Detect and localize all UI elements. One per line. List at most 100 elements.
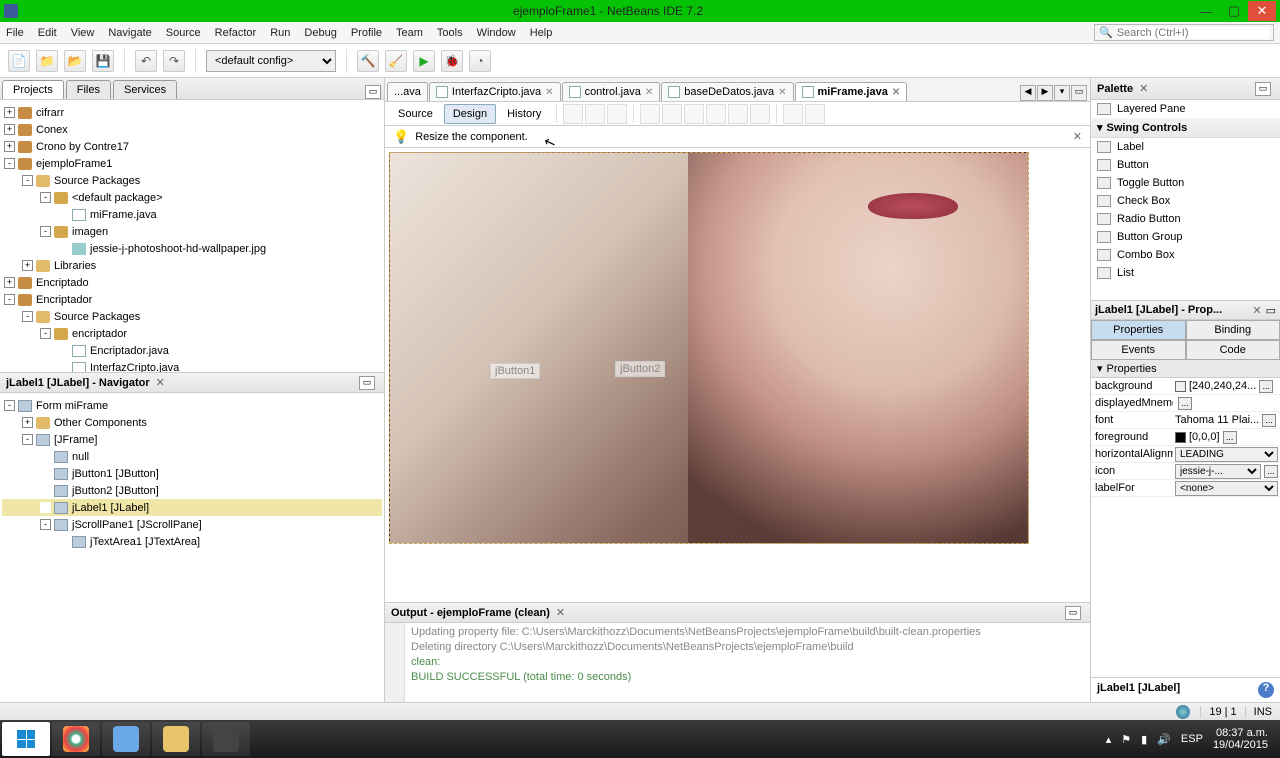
start-button[interactable] bbox=[2, 722, 50, 756]
ellipsis-button[interactable]: ... bbox=[1223, 431, 1237, 444]
nav-item[interactable]: null bbox=[72, 451, 89, 463]
close-icon[interactable]: ✕ bbox=[778, 87, 786, 98]
ellipsis-button[interactable]: ... bbox=[1264, 465, 1278, 478]
tree-item[interactable]: ejemploFrame1 bbox=[36, 158, 112, 170]
properties-section-header[interactable]: ▾Properties bbox=[1091, 360, 1280, 378]
history-view-button[interactable]: History bbox=[498, 104, 550, 124]
build-icon[interactable]: 🔨 bbox=[357, 50, 379, 72]
nav-item[interactable]: [JFrame] bbox=[54, 434, 97, 446]
globe-icon[interactable] bbox=[1176, 705, 1190, 719]
design-canvas[interactable]: jButton1 jButton2 bbox=[385, 148, 1090, 602]
app-taskbar-icon[interactable] bbox=[202, 722, 250, 756]
output-text[interactable]: Updating property file: C:\Users\Marckit… bbox=[405, 623, 987, 702]
menu-file[interactable]: File bbox=[6, 27, 24, 39]
menu-debug[interactable]: Debug bbox=[304, 27, 336, 39]
align-left-icon[interactable] bbox=[640, 104, 660, 124]
run-config-select[interactable]: <default config> bbox=[206, 50, 336, 72]
maximize-editor-icon[interactable]: ▭ bbox=[1071, 85, 1087, 101]
nav-item[interactable]: jScrollPane1 [JScrollPane] bbox=[72, 519, 202, 531]
palette-item[interactable]: Combo Box bbox=[1091, 246, 1280, 264]
tree-item[interactable]: InterfazCripto.java bbox=[90, 362, 179, 373]
palette-item[interactable]: Layered Pane bbox=[1091, 100, 1280, 118]
minimize-palette-icon[interactable]: ▭ bbox=[1255, 82, 1271, 96]
run-icon[interactable]: ▶ bbox=[413, 50, 435, 72]
nav-item[interactable]: jButton1 [JButton] bbox=[72, 468, 159, 480]
close-icon[interactable]: ✕ bbox=[556, 606, 565, 619]
clean-build-icon[interactable]: 🧹 bbox=[385, 50, 407, 72]
explorer-taskbar-icon[interactable] bbox=[152, 722, 200, 756]
connection-mode-icon[interactable] bbox=[585, 104, 605, 124]
nav-item[interactable]: Other Components bbox=[54, 417, 147, 429]
editor-tab-active[interactable]: miFrame.java✕ bbox=[795, 82, 908, 101]
volume-icon[interactable]: 🔊 bbox=[1157, 733, 1171, 746]
design-view-button[interactable]: Design bbox=[444, 104, 496, 124]
close-icon[interactable]: ✕ bbox=[645, 87, 653, 98]
palette-item[interactable]: Check Box bbox=[1091, 192, 1280, 210]
tree-item[interactable]: encriptador bbox=[72, 328, 127, 340]
tray-chevron-icon[interactable]: ▴ bbox=[1106, 733, 1112, 746]
menu-help[interactable]: Help bbox=[530, 27, 553, 39]
align-middle-icon[interactable] bbox=[728, 104, 748, 124]
clock[interactable]: 08:37 a.m. 19/04/2015 bbox=[1213, 727, 1268, 751]
nav-item[interactable]: jButton2 [JButton] bbox=[72, 485, 159, 497]
editor-tab[interactable]: control.java✕ bbox=[562, 82, 661, 101]
menu-edit[interactable]: Edit bbox=[38, 27, 57, 39]
nav-item[interactable]: jTextArea1 [JTextArea] bbox=[90, 536, 200, 548]
tree-item[interactable]: imagen bbox=[72, 226, 108, 238]
tree-item[interactable]: Libraries bbox=[54, 260, 96, 272]
ellipsis-button[interactable]: ... bbox=[1259, 380, 1273, 393]
close-icon[interactable]: ✕ bbox=[156, 376, 165, 389]
tab-code[interactable]: Code bbox=[1186, 340, 1280, 360]
navigator-tree[interactable]: -Form miFrame +Other Components -[JFrame… bbox=[0, 393, 384, 702]
align-bottom-icon[interactable] bbox=[750, 104, 770, 124]
new-file-icon[interactable]: 📄 bbox=[8, 50, 30, 72]
system-tray[interactable]: ▴ ⚑ ▮ 🔊 ESP 08:37 a.m. 19/04/2015 bbox=[1106, 727, 1278, 751]
palette-item[interactable]: List bbox=[1091, 264, 1280, 282]
quick-search[interactable]: 🔍 bbox=[1094, 24, 1274, 41]
menu-view[interactable]: View bbox=[71, 27, 95, 39]
labelfor-select[interactable]: <none> bbox=[1175, 481, 1278, 496]
palette-item[interactable]: Button Group bbox=[1091, 228, 1280, 246]
menu-profile[interactable]: Profile bbox=[351, 27, 382, 39]
tab-files[interactable]: Files bbox=[66, 80, 111, 99]
align-right-icon[interactable] bbox=[684, 104, 704, 124]
resize-v-icon[interactable] bbox=[805, 104, 825, 124]
menu-navigate[interactable]: Navigate bbox=[108, 27, 151, 39]
search-input[interactable] bbox=[1117, 27, 1269, 39]
editor-tab[interactable]: InterfazCripto.java✕ bbox=[429, 82, 561, 101]
jframe-design[interactable]: jButton1 jButton2 bbox=[389, 152, 1029, 544]
tree-item[interactable]: Encriptador bbox=[36, 294, 92, 306]
tree-item[interactable]: Encriptado bbox=[36, 277, 89, 289]
netbeans-taskbar-icon[interactable] bbox=[102, 722, 150, 756]
selection-mode-icon[interactable] bbox=[563, 104, 583, 124]
palette-item[interactable]: Toggle Button bbox=[1091, 174, 1280, 192]
menu-refactor[interactable]: Refactor bbox=[215, 27, 257, 39]
more-icon[interactable]: ▭ bbox=[1266, 304, 1276, 317]
editor-tab[interactable]: ...ava bbox=[387, 82, 428, 101]
close-icon[interactable]: ✕ bbox=[1139, 82, 1148, 95]
palette-item[interactable]: Radio Button bbox=[1091, 210, 1280, 228]
redo-icon[interactable]: ↷ bbox=[163, 50, 185, 72]
palette-body[interactable]: Layered Pane ▾Swing Controls Label Butto… bbox=[1091, 100, 1280, 300]
nav-item[interactable]: jLabel1 [JLabel] bbox=[72, 502, 149, 514]
scroll-right-icon[interactable]: ▶ bbox=[1037, 85, 1053, 101]
menu-window[interactable]: Window bbox=[477, 27, 516, 39]
network-icon[interactable]: ▮ bbox=[1141, 733, 1147, 746]
properties-grid[interactable]: background[240,240,24...... displayedMne… bbox=[1091, 378, 1280, 677]
nav-item[interactable]: Form miFrame bbox=[36, 400, 108, 412]
close-icon[interactable]: ✕ bbox=[545, 87, 553, 98]
source-view-button[interactable]: Source bbox=[389, 104, 442, 124]
tree-item[interactable]: Source Packages bbox=[54, 311, 140, 323]
tree-item[interactable]: miFrame.java bbox=[90, 209, 157, 221]
tab-services[interactable]: Services bbox=[113, 80, 177, 99]
tab-properties[interactable]: Properties bbox=[1091, 320, 1186, 340]
dropdown-icon[interactable]: ▾ bbox=[1054, 85, 1070, 101]
menu-tools[interactable]: Tools bbox=[437, 27, 463, 39]
ellipsis-button[interactable]: ... bbox=[1262, 414, 1276, 427]
tree-item[interactable]: <default package> bbox=[72, 192, 163, 204]
ellipsis-button[interactable]: ... bbox=[1178, 397, 1192, 410]
tree-item[interactable]: Conex bbox=[36, 124, 68, 136]
menu-team[interactable]: Team bbox=[396, 27, 423, 39]
minimize-output-icon[interactable]: ▭ bbox=[1065, 606, 1081, 620]
palette-item[interactable]: Label bbox=[1091, 138, 1280, 156]
